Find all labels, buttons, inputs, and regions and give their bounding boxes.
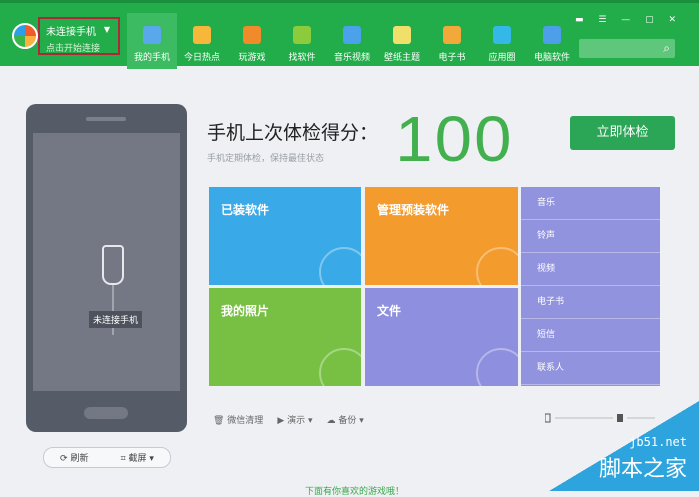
nav-icon (293, 26, 311, 44)
nav-icon (193, 26, 211, 44)
media-list-item[interactable]: 视频 (521, 253, 660, 286)
nav-label: 音乐视频 (333, 53, 370, 63)
check-subtitle: 手机定期体检，保持最佳状态 (207, 154, 325, 164)
tile-icon (476, 247, 518, 285)
check-now-button[interactable]: 立即体检 (570, 116, 675, 150)
phone-home-button (84, 407, 128, 419)
top-bar: 未连接手机 点击开始连接 ▼ 我的手机 今日热点 玩游戏 找软件 音乐视频 壁纸主题 电子书… (0, 0, 699, 69)
nav-item[interactable]: 我的手机 (127, 13, 177, 69)
nav-item[interactable]: 应用圈 (477, 13, 527, 69)
usb-icon (102, 245, 124, 285)
nav-icon (393, 26, 411, 44)
chevron-down-icon: ▼ (103, 25, 110, 34)
media-list: 音乐 铃声 视频 电子书 短信 联系人 (521, 187, 660, 386)
feature-tile[interactable]: 我的照片 (209, 288, 361, 386)
watermark-name: 脚本之家 (598, 457, 687, 482)
wechat-clean-button[interactable]: 🗑 微信清理 (213, 413, 263, 426)
feature-tile[interactable]: 已装软件 (209, 187, 361, 285)
nav-label: 电子书 (438, 53, 466, 63)
phone-illustration: 未连接手机 (26, 104, 187, 432)
nav-label: 今日热点 (183, 53, 220, 63)
tool-bar: 🗑 微信清理 ▶ 演示 ▾ ☁ 备份 ▾ (213, 413, 364, 426)
media-list-item[interactable]: 短信 (521, 319, 660, 352)
nav-label: 应用圈 (488, 53, 516, 63)
nav-label: 玩游戏 (238, 53, 266, 63)
nav-item[interactable]: 电脑软件 (527, 13, 577, 69)
nav-item[interactable]: 玩游戏 (227, 13, 277, 69)
media-list-item[interactable]: 电子书 (521, 286, 660, 319)
nav-icon (443, 26, 461, 44)
nav-item[interactable]: 壁纸主题 (377, 13, 427, 69)
tile-label: 管理预装软件 (377, 203, 450, 217)
tile-label: 文件 (377, 304, 402, 318)
check-title: 手机上次体检得分： (207, 122, 379, 144)
phone-status: 未连接手机 (89, 311, 143, 328)
tile-icon (476, 348, 518, 386)
nav-item[interactable]: 电子书 (427, 13, 477, 69)
feature-tile[interactable]: 文件 (365, 288, 518, 386)
nav-item[interactable]: 音乐视频 (327, 13, 377, 69)
media-list-item[interactable]: 铃声 (521, 220, 660, 253)
nav-label: 我的手机 (133, 53, 170, 63)
nav-icon (543, 26, 561, 44)
app-logo (12, 23, 38, 49)
window-controls[interactable]: ▬ ☰ — ▢ ✕ (575, 15, 682, 25)
tile-label: 我的照片 (221, 304, 270, 318)
phone-screen: 未连接手机 (33, 133, 180, 391)
phone-speaker (86, 117, 126, 121)
refresh-button[interactable]: ⟳ 刷新 (60, 451, 88, 464)
nav-item[interactable]: 找软件 (277, 13, 327, 69)
nav-icon (143, 26, 161, 44)
connect-subtitle: 点击开始连接 (46, 44, 101, 54)
watermark-site: jb51.net (629, 435, 687, 449)
screenshot-button[interactable]: ⌗ 截屏 ▾ (121, 451, 154, 464)
tile-icon (319, 348, 361, 386)
nav-icon (493, 26, 511, 44)
nav-label: 壁纸主题 (383, 53, 420, 63)
nav-icon (243, 26, 261, 44)
connect-phone-button[interactable]: 未连接手机 点击开始连接 ▼ (38, 17, 120, 55)
demo-button[interactable]: ▶ 演示 ▾ (277, 413, 312, 426)
search-icon: ⌕ (663, 41, 670, 55)
watermark: jb51.net 脚本之家 (549, 401, 699, 491)
nav-icon (343, 26, 361, 44)
feature-tile[interactable]: 管理预装软件 (365, 187, 518, 285)
nav-label: 电脑软件 (533, 53, 570, 63)
backup-button[interactable]: ☁ 备份 ▾ (327, 413, 364, 426)
main-nav: 我的手机 今日热点 玩游戏 找软件 音乐视频 壁纸主题 电子书 应用圈 电脑软件 (127, 13, 577, 69)
search-input[interactable]: ⌕ (579, 39, 675, 58)
nav-label: 找软件 (288, 53, 316, 63)
media-list-item[interactable]: 音乐 (521, 187, 660, 220)
tile-icon (319, 247, 361, 285)
tile-label: 已装软件 (221, 203, 270, 217)
nav-item[interactable]: 今日热点 (177, 13, 227, 69)
phone-actions: ⟳ 刷新 ⌗ 截屏 ▾ (43, 447, 171, 468)
media-list-item[interactable]: 联系人 (521, 352, 660, 385)
check-score: 100 (395, 103, 514, 175)
